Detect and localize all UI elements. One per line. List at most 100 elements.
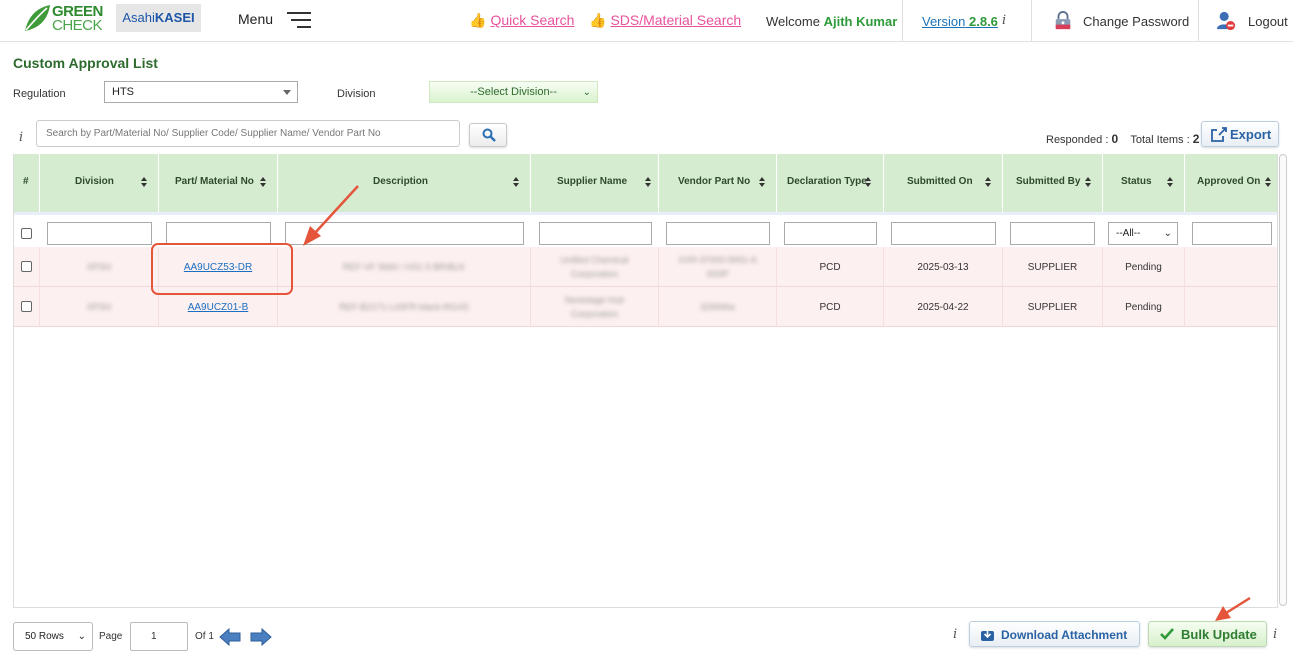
sort-icon[interactable] bbox=[141, 177, 147, 189]
regulation-value: HTS bbox=[112, 86, 134, 98]
logo-line2: CHECK bbox=[52, 17, 103, 34]
part-no-link[interactable]: AA9UCZ01-B bbox=[188, 302, 249, 313]
sort-icon[interactable] bbox=[513, 177, 519, 189]
sort-icon[interactable] bbox=[985, 177, 991, 189]
division-label: Division bbox=[337, 88, 376, 100]
submitted-on-cell: 2025-03-13 bbox=[884, 247, 1003, 287]
division-select[interactable]: --Select Division-- ⌄ bbox=[429, 81, 598, 103]
next-page-icon[interactable] bbox=[250, 627, 272, 647]
submitted-by-cell: SUPPLIER bbox=[1003, 287, 1103, 327]
submitted-by-filter-input[interactable] bbox=[1010, 222, 1095, 245]
change-password-label: Change Password bbox=[1083, 14, 1190, 29]
description-filter-input[interactable] bbox=[285, 222, 524, 245]
division-value: --Select Division-- bbox=[470, 86, 557, 98]
export-label: Export bbox=[1230, 127, 1272, 142]
submitted-on-filter-input[interactable] bbox=[891, 222, 996, 245]
export-button[interactable]: Export bbox=[1201, 121, 1279, 147]
welcome-prefix: Welcome bbox=[766, 14, 820, 29]
division-cell: XPSH bbox=[40, 247, 159, 287]
regulation-select[interactable]: HTS bbox=[104, 81, 298, 103]
select-all-checkbox[interactable] bbox=[21, 228, 32, 239]
status-cell: Pending bbox=[1103, 287, 1185, 327]
version-number: 2.8.6 bbox=[969, 14, 998, 29]
vendor-part-no-filter-input[interactable] bbox=[666, 222, 770, 245]
chevron-down-icon: ⌄ bbox=[582, 87, 591, 98]
asahikasei-brand: AsahiKASEI bbox=[116, 4, 201, 32]
version-info-icon[interactable]: i bbox=[1002, 13, 1006, 28]
approved-on-filter-input[interactable] bbox=[1192, 222, 1272, 245]
quick-search-link[interactable]: 👍 Quick Search bbox=[469, 12, 574, 29]
logout-button[interactable]: Logout bbox=[1216, 11, 1291, 33]
part-no-filter-input[interactable] bbox=[166, 222, 271, 245]
row-checkbox-cell bbox=[14, 247, 40, 287]
hamburger-menu-icon[interactable] bbox=[285, 12, 311, 28]
version-link[interactable]: Version 2.8.6 bbox=[922, 14, 998, 29]
change-password-button[interactable]: Change Password bbox=[1053, 11, 1190, 33]
column-header-vendor-part-no[interactable]: Vendor Part No bbox=[659, 154, 777, 212]
sort-icon[interactable] bbox=[260, 177, 266, 189]
dropdown-arrow-icon bbox=[283, 90, 291, 95]
sort-icon[interactable] bbox=[645, 177, 651, 189]
previous-page-icon[interactable] bbox=[219, 627, 241, 647]
status-filter-select[interactable]: --All-- ⌄ bbox=[1108, 222, 1178, 245]
menu-label[interactable]: Menu bbox=[238, 11, 273, 27]
page-number-input[interactable]: 1 bbox=[130, 622, 188, 651]
status-cell: Pending bbox=[1103, 247, 1185, 287]
sds-material-search-link[interactable]: 👍 SDS/Material Search bbox=[589, 12, 741, 29]
header-divider bbox=[1031, 0, 1032, 41]
sort-icon[interactable] bbox=[759, 177, 765, 189]
chevron-down-icon: ⌄ bbox=[77, 631, 86, 642]
column-header-status[interactable]: Status bbox=[1103, 154, 1185, 212]
rows-per-page-select[interactable]: 50 Rows ⌄ bbox=[13, 622, 93, 651]
declaration-type-cell: PCD bbox=[777, 247, 884, 287]
bulk-update-info-icon[interactable]: i bbox=[1273, 627, 1277, 642]
grid-scrollbar[interactable] bbox=[1279, 154, 1287, 606]
responded-label: Responded : bbox=[1046, 134, 1109, 146]
description-cell: REF-VF 9660 / HS1 5 BR/BLK bbox=[278, 247, 531, 287]
column-header-submitted-by[interactable]: Submitted By bbox=[1003, 154, 1103, 212]
search-button[interactable] bbox=[469, 123, 507, 147]
declaration-type-filter-input[interactable] bbox=[784, 222, 877, 245]
column-header-approved-on[interactable]: Approved On bbox=[1185, 154, 1277, 212]
user-logout-icon bbox=[1216, 11, 1236, 31]
column-header-description[interactable]: Description bbox=[278, 154, 531, 212]
supplier-name-filter-input[interactable] bbox=[539, 222, 652, 245]
page-label: Page bbox=[99, 631, 123, 642]
sort-icon[interactable] bbox=[1085, 177, 1091, 189]
vendor-part-no-cell: 3299/the bbox=[659, 287, 777, 327]
page-total-label: Of 1 bbox=[195, 631, 214, 642]
row-checkbox[interactable] bbox=[21, 261, 32, 272]
search-icon bbox=[482, 128, 496, 142]
quick-search-label: Quick Search bbox=[490, 12, 575, 28]
checkmark-icon bbox=[1160, 628, 1174, 640]
vendor-part-no-cell: XXR-37000-9991-A 0ISIP bbox=[659, 247, 777, 287]
column-header-declaration-type[interactable]: Declaration Type bbox=[777, 154, 884, 212]
logout-label: Logout bbox=[1248, 14, 1288, 29]
greencheck-logo[interactable]: GREEN CHECK bbox=[22, 3, 110, 37]
version-prefix: Version bbox=[922, 14, 966, 29]
sort-icon[interactable] bbox=[865, 177, 871, 189]
row-checkbox[interactable] bbox=[21, 301, 32, 312]
user-name: Ajith Kumar bbox=[823, 14, 898, 29]
total-value: 2 bbox=[1192, 132, 1200, 146]
download-icon bbox=[981, 628, 994, 641]
item-counts: Responded : 0 Total Items : 2 bbox=[1046, 132, 1199, 146]
sort-icon[interactable] bbox=[1167, 177, 1173, 189]
division-filter-input[interactable] bbox=[47, 222, 152, 245]
column-header-submitted-on[interactable]: Submitted On bbox=[884, 154, 1003, 212]
bulk-update-button[interactable]: Bulk Update bbox=[1148, 621, 1267, 647]
download-info-icon[interactable]: i bbox=[953, 627, 957, 642]
submitted-on-cell: 2025-04-22 bbox=[884, 287, 1003, 327]
sort-icon[interactable] bbox=[1265, 177, 1271, 189]
download-attachment-button[interactable]: Download Attachment bbox=[969, 621, 1140, 647]
column-header-division[interactable]: Division bbox=[40, 154, 159, 212]
approved-on-cell bbox=[1185, 247, 1277, 287]
export-icon bbox=[1211, 127, 1227, 142]
column-header-part-no[interactable]: Part/ Material No bbox=[159, 154, 278, 212]
thumbs-up-icon: 👍 bbox=[589, 12, 607, 28]
sds-search-label: SDS/Material Search bbox=[610, 12, 742, 28]
search-info-icon[interactable]: i bbox=[19, 130, 23, 145]
column-header-supplier-name[interactable]: Supplier Name bbox=[531, 154, 659, 212]
header-divider bbox=[1198, 0, 1199, 41]
search-input[interactable]: Search by Part/Material No/ Supplier Cod… bbox=[36, 120, 460, 147]
